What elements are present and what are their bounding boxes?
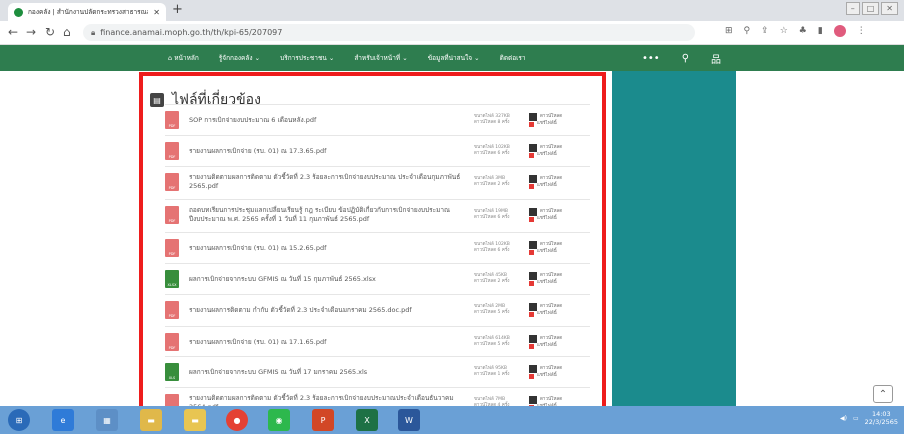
clock-date: 22/3/2565 [864,418,898,426]
scroll-to-top-button[interactable]: ⌃ [873,385,893,403]
bookmark-star-icon[interactable]: ☆ [780,26,788,36]
nav-info[interactable]: ข้อมูลที่น่าสนใจ ⌄ [428,53,480,63]
folder-icon[interactable]: ▬ [140,409,162,431]
minimize-icon[interactable]: – [845,2,860,15]
chrome-icon[interactable]: ● [226,409,248,431]
network-icon[interactable]: ▭ [853,415,859,422]
word-icon[interactable]: W [398,409,420,431]
profile-avatar[interactable] [833,25,846,37]
new-tab-icon[interactable]: + [172,3,183,17]
line-icon[interactable]: ◉ [268,409,290,431]
menu-icon[interactable]: ⋮ [857,26,866,36]
nav-contact[interactable]: ติดต่อเรา [500,53,526,63]
browser-tab-bar: กองคลัง | สำนักงานปลัดกระทรวงสาธารณสุข ✕… [0,0,904,21]
forward-icon[interactable]: → [26,25,36,39]
desktop-icon[interactable]: ▦ [96,409,118,431]
search-icon[interactable]: ⚲ [682,53,689,64]
reload-icon[interactable]: ↻ [45,25,55,39]
lock-icon: 🔒︎ [91,27,96,37]
ie-icon[interactable]: e [52,409,74,431]
start-button[interactable]: ⊞ [8,409,30,431]
excel-icon[interactable]: X [356,409,378,431]
maximize-icon[interactable]: □ [861,2,880,15]
translate-icon[interactable]: ⊞ [725,26,733,36]
site-favicon-icon [14,7,23,17]
volume-icon[interactable]: ◀) [840,415,847,422]
main-content: ▤ ไฟล์ที่เกี่ยวข้อง PDF SOP การเบิกจ่ายงบ… [0,71,904,414]
os-taskbar: ⊞ e ▦ ▬ ▬ ● ◉ P X W ◀) ▭ 14:03 22/3/2565 [0,406,904,434]
browser-toolbar: ⊞ ⚲ ⇪ ☆ ♣ ▮ ⋮ [725,25,866,37]
more-icon[interactable]: ••• [642,53,660,64]
nav-about[interactable]: รู้จักกองคลัง ⌄ [219,53,260,63]
system-tray: ◀) ▭ 14:03 22/3/2565 [840,410,898,426]
back-icon[interactable]: ← [8,25,18,39]
url-text: finance.anamai.moph.go.th/th/kpi-65/2070… [100,28,283,37]
nav-home[interactable]: ⌂ หน้าหลัก [168,53,199,63]
powerpoint-icon[interactable]: P [312,409,334,431]
highlight-box [139,72,606,414]
clock-time: 14:03 [871,410,891,418]
address-bar-row: ← → ↻ ⌂ 🔒︎ finance.anamai.moph.go.th/th/… [0,21,904,45]
zoom-icon[interactable]: ⚲ [744,26,751,36]
side-panel [612,71,736,406]
window-controls: – □ ✕ [845,2,898,15]
explorer-icon[interactable]: ▬ [184,409,206,431]
tab-title: กองคลัง | สำนักงานปลัดกระทรวงสาธารณสุข [28,8,149,16]
sitemap-icon[interactable]: 品 [711,51,721,66]
sidepanel-icon[interactable]: ▮ [818,26,823,36]
browser-tab[interactable]: กองคลัง | สำนักงานปลัดกระทรวงสาธารณสุข ✕ [8,3,166,21]
home-icon[interactable]: ⌂ [63,25,71,39]
nav-services[interactable]: บริการประชาชน ⌄ [280,53,334,63]
url-field[interactable]: 🔒︎ finance.anamai.moph.go.th/th/kpi-65/2… [83,24,695,41]
site-nav-bar: ⌂ หน้าหลัก รู้จักกองคลัง ⌄ บริการประชาชน… [0,45,904,71]
nav-staff[interactable]: สำหรับเจ้าหน้าที่ ⌄ [354,53,407,63]
tab-close-icon[interactable]: ✕ [153,8,160,17]
close-window-icon[interactable]: ✕ [881,2,898,15]
clock[interactable]: 14:03 22/3/2565 [865,410,898,426]
share-icon[interactable]: ⇪ [761,26,769,36]
extension-icon[interactable]: ♣ [799,26,807,36]
